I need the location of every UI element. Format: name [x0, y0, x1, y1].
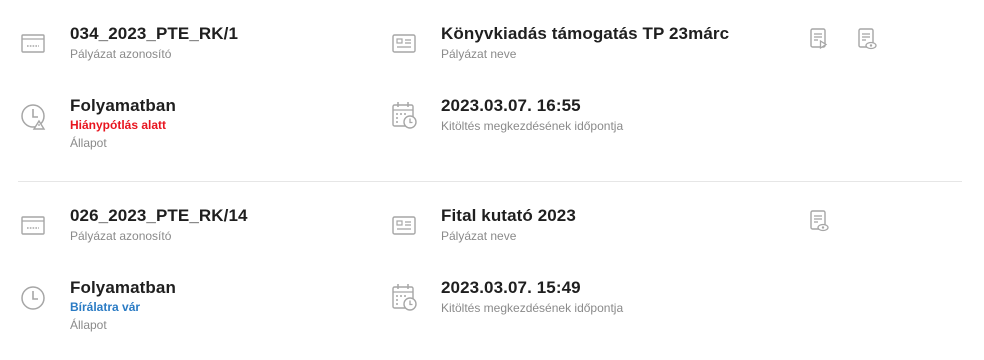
calendar-clock-icon: [391, 100, 419, 130]
document-view-icon[interactable]: [856, 26, 878, 52]
application-state-label: Állapot: [70, 318, 107, 332]
application-name-label: Pályázat neve: [441, 47, 517, 61]
application-name-label: Pályázat neve: [441, 229, 517, 243]
start-date-value: 2023.03.07. 15:49: [441, 278, 581, 297]
application-card: 034_2023_PTE_RK/1 Pályázat azonosító Kön…: [0, 0, 984, 180]
application-id-value: 026_2023_PTE_RK/14: [70, 206, 248, 225]
start-date-value: 2023.03.07. 16:55: [441, 96, 581, 115]
application-id-value: 034_2023_PTE_RK/1: [70, 24, 239, 43]
application-name-value: Fital kutató 2023: [441, 206, 576, 225]
start-date-label: Kitöltés megkezdésének időpontja: [441, 119, 624, 133]
application-id-label: Pályázat azonosító: [70, 229, 172, 243]
form-card-icon: [391, 28, 419, 58]
clock-icon: [20, 282, 48, 312]
application-id-label: Pályázat azonosító: [70, 47, 172, 61]
application-name-value: Könyvkiadás támogatás TP 23márc: [441, 24, 730, 43]
status-badge: Hiánypótlás alatt: [70, 118, 167, 132]
application-state-value: Folyamatban: [70, 278, 176, 297]
id-card-icon: [20, 210, 48, 240]
start-date-label: Kitöltés megkezdésének időpontja: [441, 301, 624, 315]
status-badge: Bírálatra vár: [70, 300, 141, 314]
form-card-icon: [391, 210, 419, 240]
application-state-value: Folyamatban: [70, 96, 176, 115]
document-view-icon[interactable]: [808, 208, 830, 234]
application-state-label: Állapot: [70, 136, 107, 150]
id-card-icon: [20, 28, 48, 58]
calendar-clock-icon: [391, 282, 419, 312]
application-list: 034_2023_PTE_RK/1 Pályázat azonosító Kön…: [0, 0, 984, 360]
clock-icon: [20, 100, 48, 130]
document-send-icon[interactable]: [808, 26, 830, 52]
application-card: 026_2023_PTE_RK/14 Pályázat azonosító Fi…: [0, 182, 984, 360]
